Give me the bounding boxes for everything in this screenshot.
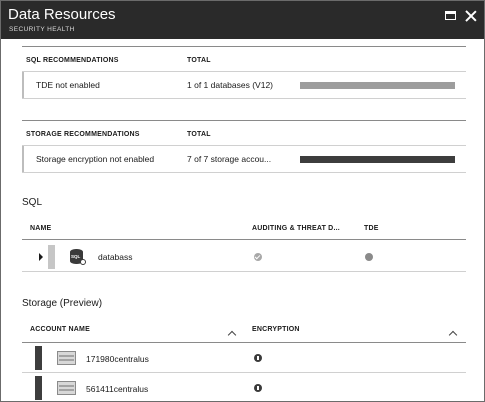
progress-bar <box>300 82 455 89</box>
recommendation-row-storage-encryption[interactable]: Storage encryption not enabled 7 of 7 st… <box>22 146 466 172</box>
column-header-encryption: ENCRYPTION <box>252 326 300 333</box>
recommendation-row-tde[interactable]: TDE not enabled 1 of 1 databases (V12) <box>22 72 466 98</box>
storage-account-icon <box>57 381 76 395</box>
maximize-icon[interactable] <box>443 8 459 24</box>
storage-account-name: 561411centralus <box>86 384 149 394</box>
divider <box>22 239 466 240</box>
storage-section-title: Storage (Preview) <box>22 298 103 309</box>
divider <box>22 46 466 47</box>
gray-dot-icon <box>365 253 373 261</box>
row-status-bar <box>48 245 55 269</box>
column-header-auditing: AUDITING & THREAT D... <box>252 225 340 232</box>
info-icon <box>254 354 262 362</box>
blade-header: Data Resources SECURITY HEALTH <box>1 1 484 39</box>
recommendation-name: TDE not enabled <box>36 80 100 90</box>
column-header-tde: TDE <box>364 225 379 232</box>
column-header-sql-recommendations: SQL RECOMMENDATIONS <box>26 57 119 64</box>
info-icon <box>254 384 262 392</box>
divider <box>22 372 466 373</box>
divider <box>22 120 466 121</box>
storage-row[interactable]: 561411centralus <box>22 374 466 402</box>
progress-bar-fill <box>300 82 455 89</box>
blade-title: Data Resources <box>8 6 116 23</box>
column-header-total: TOTAL <box>187 131 211 138</box>
progress-bar-fill <box>300 156 455 163</box>
column-header-total: TOTAL <box>187 57 211 64</box>
close-icon[interactable] <box>463 8 479 24</box>
progress-bar <box>300 156 455 163</box>
recommendation-total: 1 of 1 databases (V12) <box>187 80 274 90</box>
sort-ascending-icon[interactable] <box>448 330 458 340</box>
divider <box>22 172 466 173</box>
sql-section-title: SQL <box>22 197 43 208</box>
column-header-storage-recommendations: STORAGE RECOMMENDATIONS <box>26 131 140 138</box>
data-resources-blade: Data Resources SECURITY HEALTH SQL RECOM… <box>0 0 485 402</box>
expand-icon[interactable] <box>39 253 43 261</box>
check-icon <box>254 253 262 261</box>
divider <box>22 342 466 343</box>
column-header-name: NAME <box>30 225 52 232</box>
divider <box>22 98 466 99</box>
recommendation-total: 7 of 7 storage accou... <box>187 154 272 164</box>
row-status-bar <box>35 376 42 400</box>
recommendation-name: Storage encryption not enabled <box>36 154 155 164</box>
storage-account-name: 171980centralus <box>86 354 149 364</box>
column-header-account-name: ACCOUNT NAME <box>30 326 90 333</box>
blade-subtitle: SECURITY HEALTH <box>9 26 75 33</box>
database-name: databass <box>98 252 133 262</box>
sort-ascending-icon[interactable] <box>227 330 237 340</box>
storage-account-icon <box>57 351 76 365</box>
sql-database-icon: SQL <box>70 249 86 265</box>
divider <box>22 271 466 272</box>
sql-row-databass[interactable]: SQL databass <box>22 243 466 271</box>
storage-row[interactable]: 171980centralus <box>22 344 466 372</box>
row-status-bar <box>35 346 42 370</box>
